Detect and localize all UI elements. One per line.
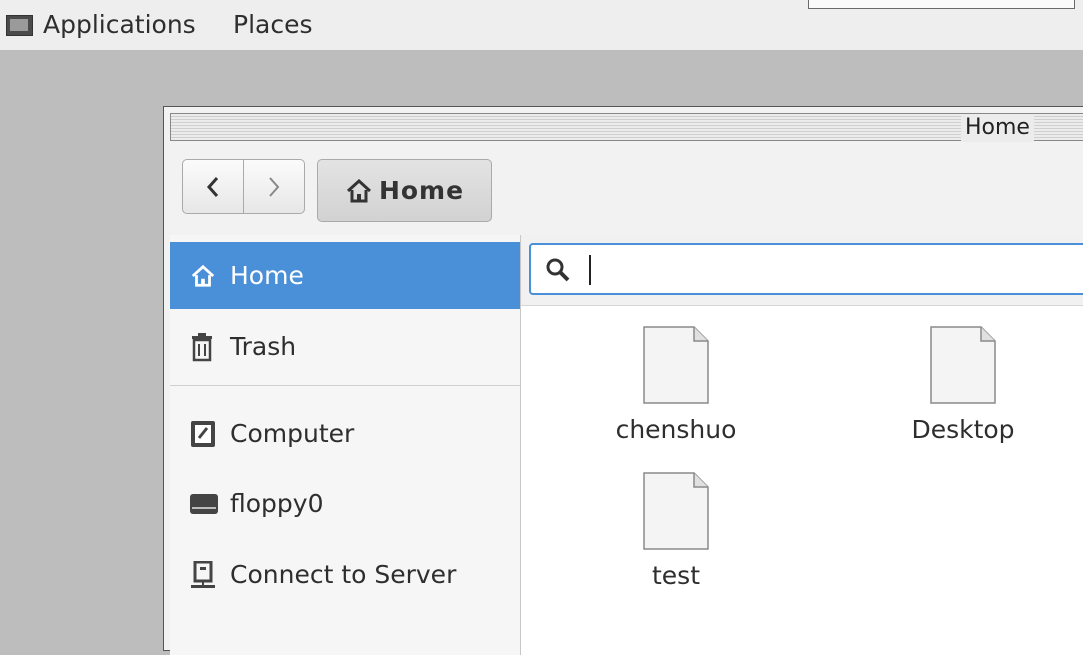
sidebar-item-home[interactable]: Home [170,242,520,309]
home-icon [346,178,371,202]
sidebar: Home Trash Computer floppy0 Connect to S… [170,235,521,655]
chevron-left-icon [206,176,219,197]
document-icon [643,472,709,550]
path-label: Home [378,176,465,205]
title-bar[interactable]: Home [170,113,1083,142]
window-title: Home [961,114,1034,142]
file-manager-window: Home Home Home Trash Computer floppy0 Co… [163,106,1083,655]
navigation-buttons [182,159,305,214]
sidebar-item-trash[interactable]: Trash [170,313,520,380]
places-menu[interactable]: Places [233,0,313,50]
applications-menu[interactable]: Applications [43,0,196,50]
sidebar-item-computer[interactable]: Computer [170,400,520,467]
file-item[interactable]: Desktop [878,325,1048,444]
sidebar-item-label: floppy0 [230,489,324,518]
server-icon [190,560,230,589]
chevron-right-icon [269,176,280,197]
search-input[interactable] [529,243,1083,295]
back-button[interactable] [183,160,244,213]
sidebar-item-label: Home [230,261,304,290]
panel-box [808,0,1075,9]
file-name: chenshuo [615,415,737,444]
file-item[interactable]: chenshuo [591,325,761,444]
file-name: test [651,561,700,590]
forward-button[interactable] [244,160,304,213]
sidebar-item-label: Connect to Server [230,560,457,589]
home-icon [190,264,230,288]
sidebar-item-label: Trash [230,332,297,361]
search-icon [546,258,570,282]
sidebar-item-label: Computer [230,419,355,448]
computer-icon [190,420,230,448]
document-icon [930,326,996,404]
sidebar-item-floppy0[interactable]: floppy0 [170,470,520,537]
toolbar: Home [164,143,1083,222]
sidebar-item-connect-to-server[interactable]: Connect to Server [170,541,520,608]
applications-icon[interactable] [6,15,33,36]
trash-icon [190,332,230,362]
drive-icon [190,493,230,514]
sidebar-divider [170,385,520,386]
file-item[interactable]: test [591,471,761,590]
top-panel: Applications Places [0,0,1083,50]
document-icon [643,326,709,404]
path-home-button[interactable]: Home [317,159,492,222]
file-name: Desktop [911,415,1015,444]
search-bar [521,235,1083,306]
text-caret [589,255,591,285]
